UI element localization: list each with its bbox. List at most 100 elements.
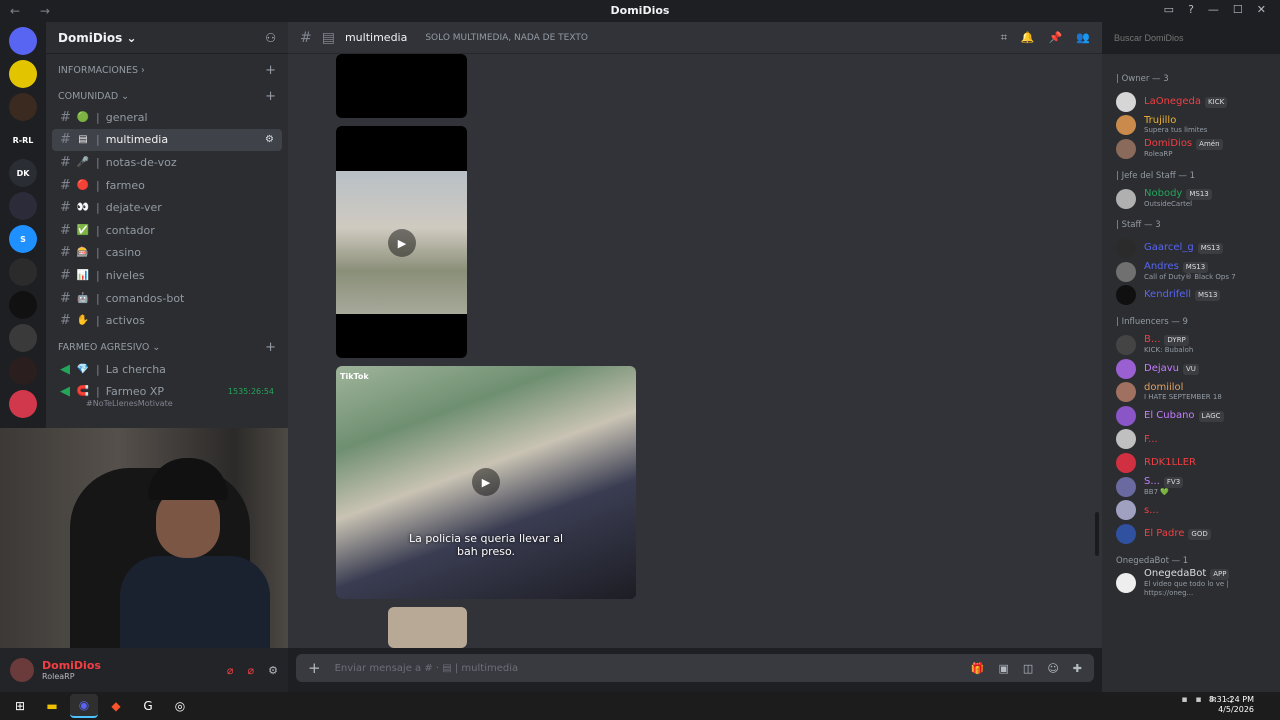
hash-icon: # [60,313,71,329]
channel-farmeo[interactable]: # 🔴 | farmeo [52,174,282,197]
start-icon[interactable]: ⊞ [6,694,34,718]
member-item[interactable]: Kendrifell MS13 [1102,284,1280,308]
server-icon[interactable] [9,357,37,385]
server-icon[interactable] [9,93,37,121]
hash-icon: # [300,29,312,46]
minimize-icon[interactable]: — [1208,3,1219,16]
discord-taskbar-icon[interactable]: ◉ [70,694,98,718]
channel-comandos-bot[interactable]: # 🤖 | comandos-bot [52,287,282,310]
sticker-icon[interactable]: ◫ [1023,662,1033,675]
add-member-icon[interactable]: ⚇ [265,31,276,45]
notifications-icon[interactable]: 🔔 [1021,31,1035,45]
member-item[interactable]: Dejavu VU [1102,357,1280,381]
file-explorer-icon[interactable]: ▬ [38,694,66,718]
add-attachment-icon[interactable]: + [308,659,321,677]
server-icon[interactable]: R-RL [9,126,37,154]
channel-label: dejate-ver [105,201,162,215]
server-icon[interactable]: S [9,225,37,253]
channel-emoji-icon: 🎰 [76,247,90,259]
category-info[interactable]: INFORMACIONES › + [46,60,288,80]
channel-settings-icon[interactable]: ⚙ [265,134,274,145]
video-attachment[interactable] [336,54,467,118]
video-attachment[interactable] [388,607,467,648]
server-icon[interactable] [9,258,37,286]
window-controls[interactable]: ▭ ? — ☐ ✕ [1164,3,1266,16]
member-item[interactable]: F... [1102,428,1280,452]
server-icon[interactable] [9,324,37,352]
member-name: S... [1144,476,1160,488]
channel-niveles[interactable]: # 📊 | niveles [52,264,282,287]
maximize-icon[interactable]: ☐ [1233,3,1243,16]
add-channel-icon[interactable]: + [265,340,276,355]
server-icon[interactable] [9,192,37,220]
play-icon[interactable]: ▶ [388,229,416,257]
voice-channel[interactable]: ◀ 💎 | La chercha [52,358,282,381]
member-name: Gaarcel_g [1144,242,1194,254]
video-attachment[interactable]: ▶ [336,126,467,358]
category-comunidad[interactable]: COMUNIDAD ⌄ + [46,86,288,106]
member-item[interactable]: Nobody MS13 OutsideCartel [1102,187,1280,211]
settings-icon[interactable]: ⚙ [268,664,278,677]
message-composer[interactable]: + Enviar mensaje a # · ▤ | multimedia 🎁 … [296,654,1094,682]
hash-icon: # [60,290,71,306]
channel-topic: SOLO MULTIMEDIA, NADA DE TEXTO [425,32,588,43]
clock[interactable]: 8:31:24 PM 4/5/2026 [1209,695,1254,715]
video-attachment[interactable]: TikTok ▶ La policia se queria llevar al … [336,366,636,599]
channel-emoji-icon: 🟢 [76,111,90,123]
help-icon[interactable]: ? [1188,3,1194,16]
tray-icon[interactable]: ▪ [1181,695,1187,705]
avatar[interactable] [10,658,34,682]
member-item[interactable]: OnegedaBot APP El video que todo lo ve | h… [1102,568,1280,597]
server-icon[interactable] [9,390,37,418]
channel-general[interactable]: # 🟢 | general [52,106,282,129]
mute-icon[interactable]: ⌀ [227,664,234,677]
inbox-icon[interactable]: ▭ [1164,3,1174,16]
channel-dejate-ver[interactable]: # 👀 | dejate-ver [52,196,282,219]
pin-icon[interactable]: 📌 [1049,31,1063,45]
app-icon[interactable]: G [134,694,162,718]
channel-label: contador [105,223,155,237]
discord-home-icon[interactable] [9,27,37,55]
apps-icon[interactable]: ✚ [1073,662,1082,675]
threads-icon[interactable]: ⌗ [1001,31,1007,45]
search-input[interactable] [1108,28,1274,48]
member-item[interactable]: Gaarcel_g MS13 [1102,236,1280,260]
server-icon[interactable] [9,291,37,319]
member-item[interactable]: El Cubano LAGC [1102,404,1280,428]
deafen-icon[interactable]: ⌀ [248,664,255,677]
member-item[interactable]: DomiDios Amén RoleaRP [1102,137,1280,161]
member-item[interactable]: El Padre GOD [1102,522,1280,546]
member-item[interactable]: RDK1LLER [1102,451,1280,475]
channel-emoji-icon: 🎤 [76,156,90,168]
gif-icon[interactable]: ▣ [999,662,1009,675]
channel-notas-de-voz[interactable]: # 🎤 | notas-de-voz [52,151,282,174]
channel-contador[interactable]: # ✅ | contador [52,219,282,242]
channel-casino[interactable]: # 🎰 | casino [52,242,282,265]
tray-icon[interactable]: ▪ [1195,695,1201,705]
brave-icon[interactable]: ◆ [102,694,130,718]
emoji-icon[interactable]: ☺ [1047,662,1058,675]
add-channel-icon[interactable]: + [265,63,276,78]
server-icon[interactable] [9,60,37,88]
member-item[interactable]: B... DYRP KICK: Bubaloh [1102,333,1280,357]
member-item[interactable]: LaOnegeda KICK [1102,90,1280,114]
hash-icon: # [60,109,71,125]
close-icon[interactable]: ✕ [1257,3,1266,16]
member-item[interactable]: s... [1102,498,1280,522]
obs-icon[interactable]: ◎ [166,694,194,718]
server-icon[interactable]: DK [9,159,37,187]
members-icon[interactable]: 👥 [1076,31,1090,45]
channel-multimedia[interactable]: # ▤ | multimedia ⚙ [52,128,282,152]
member-item[interactable]: domiilol I HATE SEPTEMBER 18 [1102,380,1280,404]
member-item[interactable]: Andres MS13 Call of Duty® Black Ops 7 [1102,260,1280,284]
channel-activos[interactable]: # ✋ | activos [52,309,282,332]
member-item[interactable]: Trujillo Supera tus limites [1102,114,1280,138]
avatar [1116,452,1136,473]
scrollbar[interactable] [1095,512,1099,556]
category-farmeo[interactable]: FARMEO AGRESIVO ⌄ + [46,338,288,358]
add-channel-icon[interactable]: + [265,89,276,104]
gift-icon[interactable]: 🎁 [971,662,985,675]
play-icon[interactable]: ▶ [472,468,500,496]
member-item[interactable]: S... FV3 BB7 💚 [1102,475,1280,499]
server-header[interactable]: DomiDios ⌄ ⚇ [46,22,288,54]
